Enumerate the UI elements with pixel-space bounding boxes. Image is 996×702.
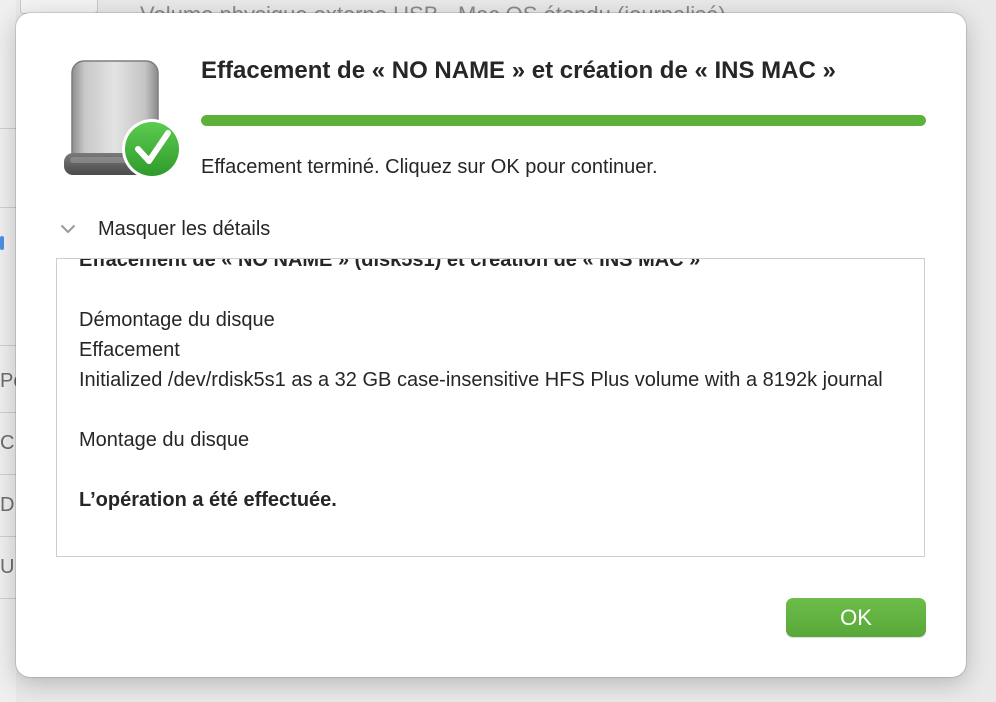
details-log-content: Effacement de « NO NAME » (disk5s1) et c…	[79, 258, 909, 515]
background-divider	[0, 412, 16, 449]
log-line: Initialized /dev/rdisk5s1 as a 32 GB cas…	[79, 369, 883, 391]
progress-bar-fill	[201, 115, 926, 126]
ok-button[interactable]: OK	[786, 598, 926, 637]
hide-details-label: Masquer les détails	[98, 217, 271, 240]
log-line: Montage du disque	[79, 429, 250, 451]
hide-details-toggle[interactable]: Masquer les détails	[56, 215, 270, 243]
background-divider	[0, 128, 16, 165]
external-disk-icon	[64, 60, 182, 179]
checkmark-icon	[125, 122, 179, 176]
status-message: Effacement terminé. Cliquez sur OK pour …	[201, 156, 658, 178]
log-result: L’opération a été effectuée.	[79, 489, 337, 511]
details-log[interactable]: Effacement de « NO NAME » (disk5s1) et c…	[56, 258, 925, 557]
log-header: Effacement de « NO NAME » (disk5s1) et c…	[79, 258, 701, 271]
dialog-title: Effacement de « NO NAME » et création de…	[201, 57, 836, 84]
background-divider	[0, 598, 16, 635]
background-divider	[0, 207, 16, 244]
erase-progress-sheet: Effacement de « NO NAME » et création de…	[16, 13, 966, 677]
background-toolbar-box	[20, 0, 98, 14]
background-divider	[0, 345, 16, 382]
log-line: Effacement	[79, 339, 180, 361]
background-divider	[0, 474, 16, 511]
progress-bar	[201, 115, 926, 126]
background-divider	[0, 536, 16, 573]
log-line: Démontage du disque	[79, 309, 275, 331]
chevron-down-icon	[61, 225, 75, 233]
